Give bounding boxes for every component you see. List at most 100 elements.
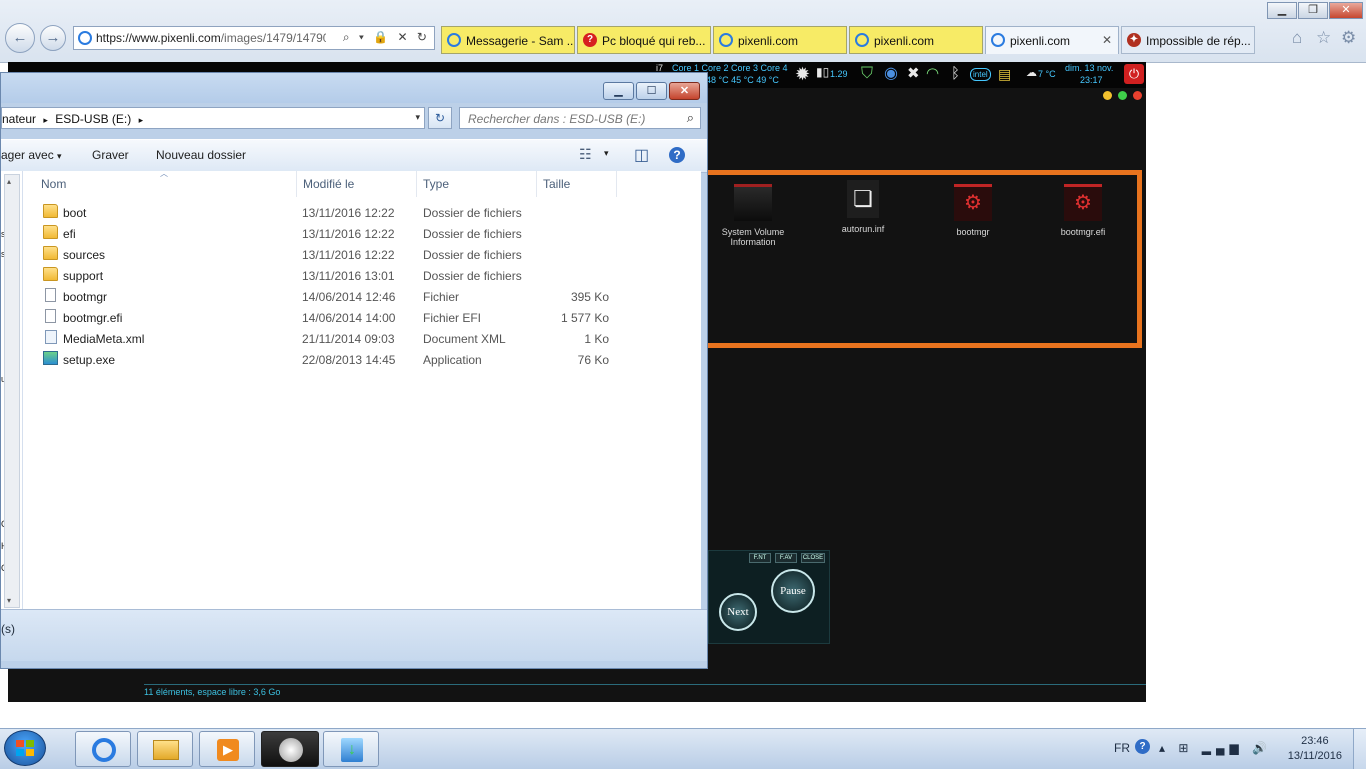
refresh-button[interactable]: ↻: [428, 107, 452, 129]
taskbar: ▶ ↓ FR ? ▴ ⊞ ▂▄▆ 🔊 23:46 13/11/2016: [0, 728, 1366, 769]
gpu-icon: ▤: [998, 66, 1012, 82]
gear-icon: ⚙: [1064, 184, 1102, 221]
file-icon: [45, 309, 56, 323]
file-bootmgr[interactable]: ⚙ bootmgr: [923, 184, 1023, 237]
preview-pane-icon[interactable]: ◫: [634, 145, 649, 165]
file-row-sources[interactable]: sources 13/11/2016 12:22 Dossier de fich…: [23, 244, 623, 265]
taskbar-explorer[interactable]: [137, 731, 193, 767]
scroll-up-icon[interactable]: ▴: [7, 177, 11, 186]
clock[interactable]: 23:46 13/11/2016: [1288, 734, 1342, 764]
file-row-setup[interactable]: setup.exe 22/08/2013 14:45 Application 7…: [23, 349, 623, 370]
folder-icon: [43, 246, 58, 260]
restore-button[interactable]: ❐: [1298, 2, 1328, 19]
tool-icon: ✦: [1127, 33, 1141, 47]
tab-pixenli-1[interactable]: pixenli.com: [713, 26, 847, 54]
time-label: 23:17: [1080, 75, 1103, 85]
clock-date: 13/11/2016: [1287, 750, 1342, 762]
chevron-down-icon: ▾: [57, 151, 62, 161]
status-text: (s): [1, 622, 15, 636]
maximize-dot[interactable]: [1118, 91, 1127, 100]
file-list: Nom ︿ Modifié le Type Taille boot 13/11/…: [23, 169, 701, 609]
gear-icon[interactable]: ⚙: [1341, 28, 1356, 48]
forward-button[interactable]: →: [40, 25, 66, 51]
media-small-button-1[interactable]: F.NT: [749, 553, 771, 563]
explorer-toolbar: ager avec ▾ Graver Nouveau dossier ☷ ▾ ◫…: [1, 139, 707, 173]
scroll-down-icon[interactable]: ▾: [7, 596, 11, 605]
tab-pixenli-2[interactable]: pixenli.com: [849, 26, 983, 54]
burn-button[interactable]: Graver: [92, 148, 129, 162]
back-button[interactable]: ←: [5, 23, 35, 53]
tab-messagerie[interactable]: Messagerie - Sam ...: [441, 26, 575, 54]
search-placeholder: Rechercher dans : ESD-USB (E:): [468, 112, 646, 126]
address-actions-icons[interactable]: ⌕ ▾ 🔒 ✕ ↻: [343, 30, 430, 45]
tab-impossible[interactable]: ✦ Impossible de rép...: [1121, 26, 1255, 54]
help-icon[interactable]: ?: [669, 147, 685, 163]
search-icon[interactable]: ⌕: [687, 110, 694, 126]
explorer-close-button[interactable]: ✕: [669, 82, 700, 100]
close-dot[interactable]: [1133, 91, 1142, 100]
taskbar-ie[interactable]: [75, 731, 131, 767]
home-icon[interactable]: ⌂: [1292, 28, 1302, 48]
share-button[interactable]: ager avec ▾: [1, 148, 62, 162]
taskbar-iso-tool[interactable]: [261, 731, 319, 767]
view-options-icon[interactable]: ☷: [579, 146, 592, 163]
next-button[interactable]: Next: [719, 593, 757, 631]
power-icon[interactable]: ⏻: [1124, 64, 1144, 84]
file-row-bootmgr[interactable]: bootmgr 14/06/2014 12:46 Fichier 395 Ko: [23, 286, 623, 307]
ie-icon: [855, 33, 869, 47]
minimize-button[interactable]: ▁: [1267, 2, 1297, 19]
tab-pixenli-active[interactable]: pixenli.com ✕: [985, 26, 1119, 54]
media-small-button-2[interactable]: F.AV: [775, 553, 797, 563]
media-close-button[interactable]: CLOSE: [801, 553, 825, 563]
file-row-boot[interactable]: boot 13/11/2016 12:22 Dossier de fichier…: [23, 202, 623, 223]
navigation-scrollbar[interactable]: ▴ ▾: [4, 174, 20, 608]
folder-icon: [43, 225, 58, 239]
weather-temp: 7 °C: [1038, 69, 1056, 79]
column-header-modified[interactable]: Modifié le: [297, 171, 417, 197]
file-row-mediameta[interactable]: MediaMeta.xml 21/11/2014 09:03 Document …: [23, 328, 623, 349]
help-icon[interactable]: ?: [1135, 739, 1150, 754]
file-system-volume-information[interactable]: System Volume Information: [703, 184, 803, 247]
folder-icon: [734, 184, 772, 221]
tab-close-icon[interactable]: ✕: [1102, 33, 1112, 47]
media-player-gadget: F.NT F.AV CLOSE Next Pause: [708, 550, 830, 644]
address-dropdown-icon[interactable]: ▾: [415, 112, 420, 123]
favorites-star-icon[interactable]: ☆: [1316, 28, 1331, 48]
column-header-type[interactable]: Type: [417, 171, 537, 197]
address-url: https://www.pixenli.com/images/1479/1479…: [96, 31, 326, 45]
taskbar-media-player[interactable]: ▶: [199, 731, 255, 767]
close-button[interactable]: ✕: [1329, 2, 1363, 19]
file-row-efi[interactable]: efi 13/11/2016 12:22 Dossier de fichiers: [23, 223, 623, 244]
explorer-address-bar[interactable]: nateur ▸ ESD-USB (E:) ▸ ▾: [1, 107, 425, 129]
question-icon: ?: [583, 33, 597, 47]
explorer-title-bar: ▁ ☐ ✕: [1, 73, 707, 103]
pause-button[interactable]: Pause: [771, 569, 815, 613]
taskbar-app[interactable]: ↓: [323, 731, 379, 767]
column-header-size[interactable]: Taille: [537, 171, 617, 197]
show-desktop-button[interactable]: [1353, 729, 1366, 769]
ie-icon: [719, 33, 733, 47]
search-input[interactable]: Rechercher dans : ESD-USB (E:) ⌕: [459, 107, 701, 129]
start-button[interactable]: [4, 730, 46, 766]
file-row-bootmgr-efi[interactable]: bootmgr.efi 14/06/2014 14:00 Fichier EFI…: [23, 307, 623, 328]
address-bar[interactable]: https://www.pixenli.com/images/1479/1479…: [73, 26, 435, 50]
breadcrumb-drive[interactable]: ESD-USB (E:): [55, 112, 131, 126]
explorer-window: ▁ ☐ ✕ nateur ▸ ESD-USB (E:) ▸ ▾ ↻ Recher…: [0, 72, 708, 669]
tray-icons[interactable]: ▴ ⊞ ▂▄▆ 🔊: [1159, 741, 1272, 755]
ie-page-icon: [78, 31, 92, 45]
file-bootmgr-efi[interactable]: ⚙ bootmgr.efi: [1033, 184, 1133, 237]
explorer-maximize-button[interactable]: ☐: [636, 82, 667, 100]
explorer-minimize-button[interactable]: ▁: [603, 82, 634, 100]
breadcrumb-partial[interactable]: nateur: [2, 112, 36, 126]
new-folder-button[interactable]: Nouveau dossier: [156, 148, 246, 162]
file-row-support[interactable]: support 13/11/2016 13:01 Dossier de fich…: [23, 265, 623, 286]
view-dropdown-icon[interactable]: ▾: [604, 148, 609, 159]
language-indicator[interactable]: FR: [1114, 741, 1130, 755]
tab-pc-bloque[interactable]: ? Pc bloqué qui reb...: [577, 26, 711, 54]
minimize-dot[interactable]: [1103, 91, 1112, 100]
breadcrumb-sep-icon: ▸: [138, 115, 144, 125]
explorer-status-bar: (s): [1, 609, 707, 661]
cpu-temps-label: 48 °C 45 °C 49 °C: [706, 75, 779, 85]
file-autorun-inf[interactable]: ❏ autorun.inf: [813, 180, 913, 234]
breadcrumb: nateur ▸ ESD-USB (E:) ▸: [2, 112, 147, 126]
